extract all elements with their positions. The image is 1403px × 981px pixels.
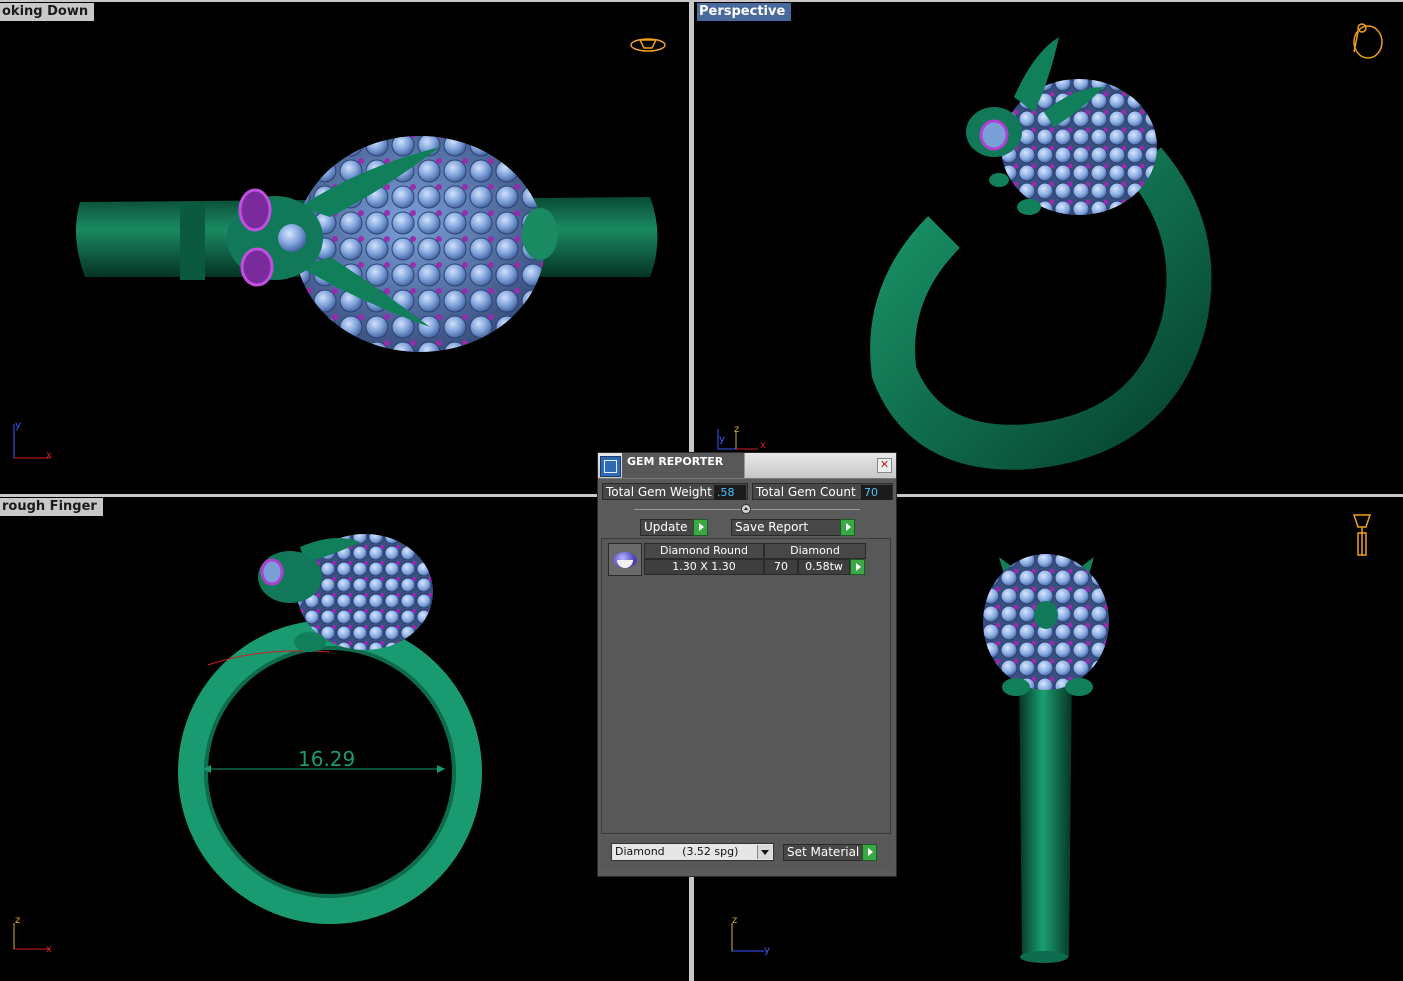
- material-bar: Diamond (3.52 spg) Set Material: [601, 837, 891, 869]
- axis-x-label: x: [760, 440, 766, 451]
- gem-reporter-panel[interactable]: GEM REPORTER ✕ Total Gem Weight .58 Tota…: [597, 452, 897, 877]
- viewport-looking-down[interactable]: oking Down y x: [0, 0, 689, 492]
- viewport-perspective[interactable]: Perspective y z x: [692, 0, 1403, 492]
- total-gem-weight-label: Total Gem Weight: [606, 485, 712, 499]
- play-icon[interactable]: [840, 519, 855, 536]
- viewport-through-finger[interactable]: rough Finger 16.29 z x: [0, 494, 689, 981]
- total-gem-count-value: 70: [861, 485, 892, 500]
- set-material-button[interactable]: Set Material: [783, 844, 877, 861]
- play-icon[interactable]: [693, 519, 708, 536]
- axis-y-label: y: [719, 434, 725, 445]
- round-diamond-icon: [608, 543, 642, 576]
- update-button-label: Update: [644, 520, 688, 534]
- axis-x-label: x: [46, 450, 52, 461]
- total-gem-weight-value: .58: [714, 485, 746, 500]
- material-select-value: Diamond (3.52 spg): [615, 845, 739, 858]
- play-icon[interactable]: [862, 844, 877, 861]
- gem-shape-header: Diamond Round: [644, 543, 764, 559]
- gem-list[interactable]: Diamond Round Diamond 1.30 X 1.30 70 0.5…: [601, 538, 891, 834]
- gem-reporter-titlebar[interactable]: GEM REPORTER ✕: [598, 453, 896, 479]
- gem-reporter-title: GEM REPORTER: [627, 455, 724, 468]
- axis-z-label: z: [15, 915, 21, 926]
- axis-z-label: z: [732, 915, 738, 926]
- gem-count: 70: [764, 559, 798, 575]
- ring-perspective-view: [870, 23, 1383, 470]
- gem-weight: 0.58tw: [798, 559, 850, 575]
- gem-size: 1.30 X 1.30: [644, 559, 764, 575]
- total-gem-count-label: Total Gem Count: [756, 485, 856, 499]
- save-report-button[interactable]: Save Report: [731, 519, 855, 536]
- update-button[interactable]: Update: [640, 519, 708, 536]
- material-select[interactable]: Diamond (3.52 spg): [611, 843, 774, 861]
- gem-row-action-button[interactable]: [849, 559, 865, 575]
- axis-z-label: z: [734, 424, 740, 435]
- play-icon[interactable]: [850, 559, 865, 575]
- axis-y-label: y: [764, 945, 770, 956]
- diameter-dimension: 16.29: [298, 747, 356, 771]
- save-report-button-label: Save Report: [735, 520, 809, 534]
- gem-material-header: Diamond: [764, 543, 866, 559]
- ring-top-view: [76, 38, 666, 352]
- axis-y-label: y: [15, 420, 21, 431]
- axis-x-label: x: [46, 944, 52, 955]
- list-item[interactable]: Diamond Round Diamond 1.30 X 1.30 70 0.5…: [608, 543, 866, 577]
- total-gem-count: Total Gem Count 70: [752, 483, 893, 500]
- gem-reporter-logo-icon: [600, 456, 621, 477]
- close-icon[interactable]: ✕: [877, 458, 892, 473]
- set-material-button-label: Set Material: [787, 845, 860, 859]
- total-gem-weight: Total Gem Weight .58: [602, 483, 748, 500]
- ring-front-view: [178, 534, 482, 924]
- collapse-toggle-icon[interactable]: [741, 504, 751, 514]
- chevron-down-icon[interactable]: [757, 845, 772, 859]
